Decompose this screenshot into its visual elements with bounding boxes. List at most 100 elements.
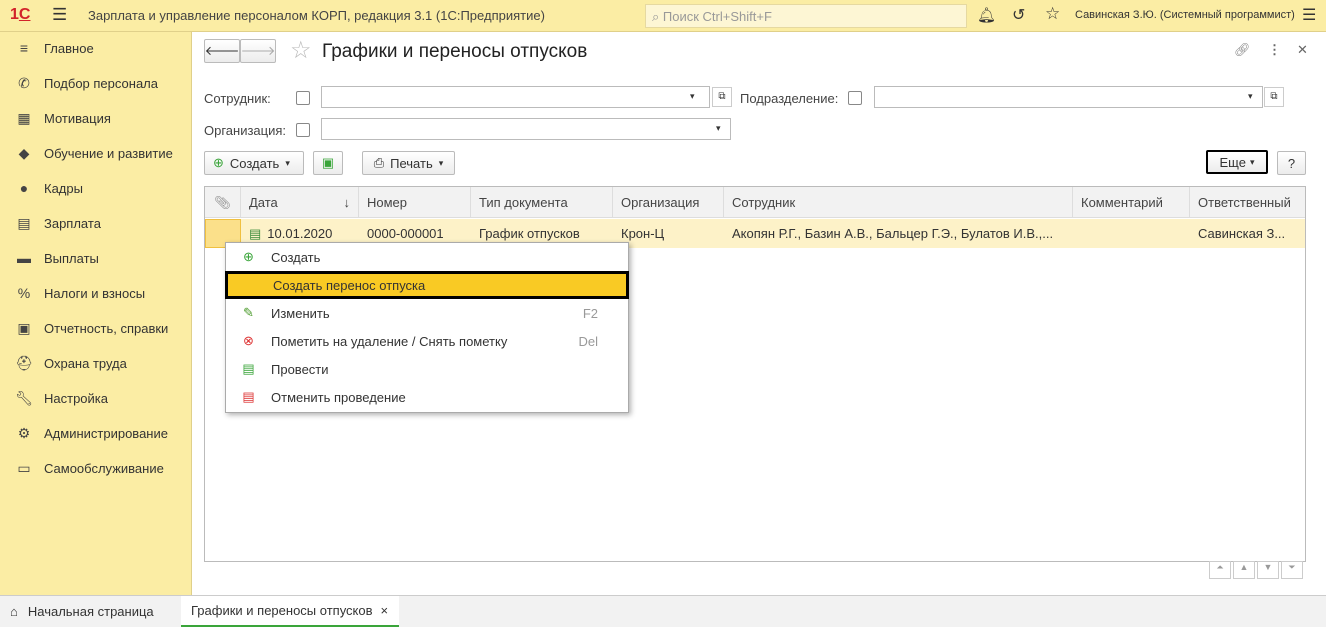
column-label: Дата xyxy=(249,195,278,210)
history-icon[interactable]: ↺ xyxy=(1012,5,1025,25)
copy-button[interactable]: ▣ xyxy=(313,151,343,175)
menu-item-shortcut: Del xyxy=(578,333,598,349)
cell-date-text: 10.01.2020 xyxy=(267,226,333,241)
menu-item-edit[interactable]: ✎ Изменить F2 xyxy=(226,299,628,327)
calculator-icon: ▤ xyxy=(17,214,31,231)
wallet-icon: ▬ xyxy=(17,250,31,266)
employee-label: Сотрудник: xyxy=(204,91,271,106)
more-label: Еще xyxy=(1219,154,1246,170)
chevron-down-icon: ▾ xyxy=(1249,156,1255,167)
chevron-down-icon[interactable]: ▾ xyxy=(716,123,721,134)
sidebar: ≡ Главное ✆ Подбор персонала ▦ Мотивация ◆ О… xyxy=(0,32,192,595)
sidebar-item-label: Мотивация xyxy=(44,110,111,126)
post-icon: ▤ xyxy=(242,361,255,376)
sidebar-item-label: Выплаты xyxy=(44,250,99,266)
print-button[interactable]: ⎙ Печать ▾ xyxy=(362,151,455,175)
tab-home[interactable]: ⌂ Начальная страница xyxy=(0,596,180,627)
search-input[interactable]: ⌕ Поиск Ctrl+Shift+F xyxy=(645,4,967,28)
sidebar-item-recruitment[interactable]: ✆ Подбор персонала xyxy=(0,68,190,98)
sidebar-item-main[interactable]: ≡ Главное xyxy=(0,33,190,63)
scroll-top-icon[interactable]: ⏶ xyxy=(1209,561,1231,579)
helmet-icon: ⛑︎ xyxy=(15,354,33,371)
main-menu-icon[interactable]: ☰ xyxy=(52,5,67,25)
chevron-down-icon: ▾ xyxy=(285,157,290,168)
column-header-type[interactable]: Тип документа xyxy=(471,187,613,218)
settings-menu-icon[interactable]: ☰ xyxy=(1302,5,1316,25)
column-header-number[interactable]: Номер xyxy=(359,187,471,218)
search-placeholder: Поиск Ctrl+Shift+F xyxy=(662,9,772,24)
chevron-down-icon[interactable]: ▾ xyxy=(1248,91,1253,102)
more-actions-icon[interactable]: ⋮ xyxy=(1268,42,1281,58)
sidebar-item-label: Кадры xyxy=(44,180,83,196)
open-icon[interactable]: ⧉ xyxy=(712,87,732,107)
open-icon[interactable]: ⧉ xyxy=(1264,87,1284,107)
close-icon[interactable]: × xyxy=(381,603,389,618)
close-icon[interactable]: ✕ xyxy=(1297,42,1308,58)
sidebar-item-salary[interactable]: ▤ Зарплата xyxy=(0,208,190,238)
sidebar-item-taxes[interactable]: % Налоги и взносы xyxy=(0,278,190,308)
chevron-down-icon: ▾ xyxy=(438,157,444,168)
sidebar-item-reports[interactable]: ▣ Отчетность, справки xyxy=(0,313,190,343)
column-header-comment[interactable]: Комментарий xyxy=(1073,187,1190,218)
department-filter-checkbox[interactable] xyxy=(848,91,862,105)
sidebar-item-payments[interactable]: ▬ Выплаты xyxy=(0,243,190,273)
column-header-employee[interactable]: Сотрудник xyxy=(724,187,1073,218)
logo-1c: 1С xyxy=(10,6,31,23)
scroll-controls: ⏶ ▲ ▼ ⏷ xyxy=(1209,561,1303,579)
forward-button[interactable]: 🡒 xyxy=(240,39,276,63)
column-header-responsible[interactable]: Ответственный xyxy=(1190,187,1305,218)
app-title: Зарплата и управление персоналом КОРП, р… xyxy=(88,8,545,23)
menu-item-mark-delete[interactable]: ⊗ Пометить на удаление / Снять пометку Del xyxy=(226,327,628,355)
sidebar-item-label: Налоги и взносы xyxy=(44,285,146,301)
sidebar-item-training[interactable]: ◆ Обучение и развитие xyxy=(0,138,190,168)
unpost-icon: ▤ xyxy=(242,389,255,404)
home-icon: ⌂ xyxy=(10,604,18,619)
user-name[interactable]: Савинская З.Ю. (Системный программист) xyxy=(1075,9,1295,21)
star-icon[interactable]: ☆ xyxy=(1045,4,1060,24)
scroll-down-icon[interactable]: ▼ xyxy=(1257,561,1279,579)
sidebar-item-selfservice[interactable]: ▭ Самообслуживание xyxy=(0,453,190,483)
sidebar-item-hr[interactable]: ● Кадры xyxy=(0,173,190,203)
organization-filter-checkbox[interactable] xyxy=(296,123,310,137)
back-button[interactable]: 🡐 xyxy=(204,39,240,63)
id-card-icon: ▭ xyxy=(17,459,31,476)
menu-item-unpost[interactable]: ▤ Отменить проведение xyxy=(226,383,628,411)
scroll-up-icon[interactable]: ▲ xyxy=(1233,561,1255,579)
column-header-date[interactable]: Дата ↓ xyxy=(241,187,359,218)
employee-field[interactable] xyxy=(321,86,710,108)
chevron-down-icon[interactable]: ▾ xyxy=(690,91,695,102)
department-field[interactable] xyxy=(874,86,1263,108)
gift-icon: ▦ xyxy=(17,109,31,126)
organization-label: Организация: xyxy=(204,123,287,138)
pencil-icon: ✎ xyxy=(243,305,254,320)
open-windows-bar: ⌂ Начальная страница Графики и переносы о… xyxy=(0,595,1326,627)
plus-circle-icon: ⊕ xyxy=(243,249,254,264)
bell-icon[interactable]: 🔔︎ xyxy=(977,6,996,24)
people-icon: ● xyxy=(19,180,29,196)
employee-filter-checkbox[interactable] xyxy=(296,91,310,105)
gear-icon: ⚙ xyxy=(17,424,31,441)
sidebar-item-label: Администрирование xyxy=(44,425,168,441)
more-button[interactable]: Еще ▾ xyxy=(1206,150,1268,174)
menu-item-shortcut: F2 xyxy=(582,305,598,321)
menu-item-post[interactable]: ▤ Провести xyxy=(226,355,628,383)
sidebar-item-safety[interactable]: ⛑︎ Охрана труда xyxy=(0,348,190,378)
organization-field[interactable] xyxy=(321,118,731,140)
menu-item-label: Изменить xyxy=(271,305,330,321)
menu-item-create-vacation-transfer[interactable]: Создать перенос отпуска xyxy=(225,271,629,299)
phone-icon: ✆ xyxy=(18,74,30,91)
help-button[interactable]: ? xyxy=(1277,151,1306,175)
menu-item-create[interactable]: ⊕ Создать xyxy=(226,243,628,271)
link-icon[interactable]: 🔗︎ xyxy=(1234,42,1251,58)
sidebar-item-admin[interactable]: ⚙ Администрирование xyxy=(0,418,190,448)
menu-item-label: Создать xyxy=(271,249,321,265)
tab-current[interactable]: Графики и переносы отпусков × xyxy=(181,596,399,627)
context-menu: ⊕ Создать Создать перенос отпуска ✎ Измени… xyxy=(225,242,629,413)
scroll-bottom-icon[interactable]: ⏷ xyxy=(1281,561,1303,579)
create-button[interactable]: ⊕ Создать ▾ xyxy=(204,151,304,175)
sidebar-item-motivation[interactable]: ▦ Мотивация xyxy=(0,103,190,133)
favorite-star-icon[interactable]: ☆ xyxy=(290,36,312,65)
column-header-organization[interactable]: Организация xyxy=(613,187,724,218)
sidebar-item-settings[interactable]: 🔧︎ Настройка xyxy=(0,383,190,413)
sidebar-item-label: Самообслуживание xyxy=(44,460,164,476)
